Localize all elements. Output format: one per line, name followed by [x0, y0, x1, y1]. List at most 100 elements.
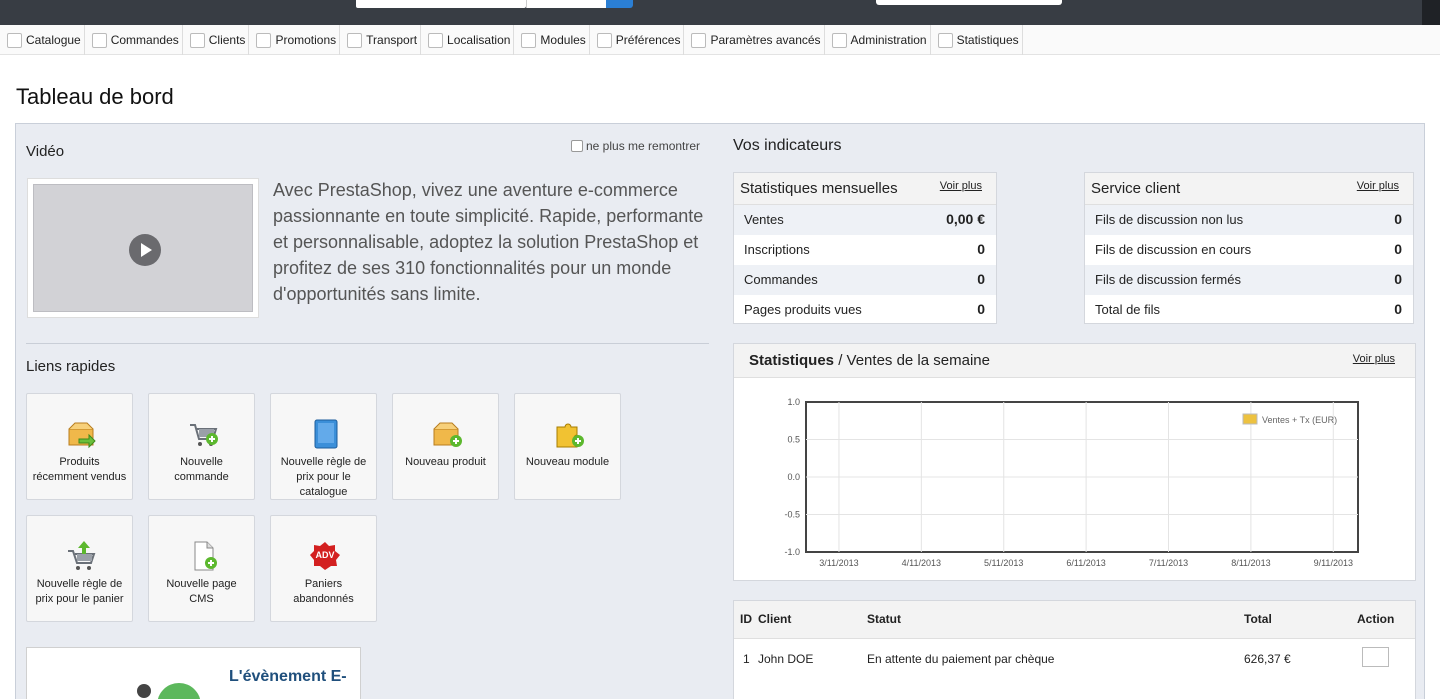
- search-type-select[interactable]: [526, 0, 606, 8]
- indicators-title: Vos indicateurs: [733, 137, 842, 154]
- table-row[interactable]: 1 John DOE En attente du paiement par chèq…: [734, 639, 1415, 679]
- menu-icon: [256, 32, 272, 48]
- customer-service-more-link[interactable]: Voir plus: [1357, 180, 1399, 192]
- indicator-row: Fils de discussion en cours 0: [1085, 235, 1413, 265]
- menu-item-8[interactable]: Paramètres avancés: [684, 25, 825, 55]
- x-tick-label: 5/11/2013: [984, 558, 1023, 568]
- quick-link-tile[interactable]: ADV Paniers abandonnés: [270, 515, 377, 622]
- weekly-sales-panel: Statistiques / Ventes de la semaine Voir…: [733, 343, 1416, 581]
- top-bar: [0, 0, 1440, 25]
- quick-link-label: Produits récemment vendus: [32, 456, 127, 483]
- promo-logo-circle: [157, 683, 201, 699]
- quick-link-tile[interactable]: Nouvelle commande: [148, 393, 255, 500]
- indicator-value: 0: [977, 241, 985, 257]
- quick-link-tile[interactable]: Nouvelle règle de prix pour le panier: [26, 515, 133, 622]
- menu-item-4[interactable]: Transport: [340, 25, 422, 55]
- hide-video-option[interactable]: ne plus me remontrer: [571, 139, 700, 153]
- col-status: Statut: [867, 612, 901, 626]
- monthly-stats-title: Statistiques mensuelles: [740, 180, 898, 197]
- video-description: Avec PrestaShop, vivez une aventure e-co…: [273, 180, 704, 304]
- cart-add-icon: [187, 419, 219, 449]
- promo-title: L'évènement E-: [229, 668, 347, 685]
- quick-link-label: Nouveau produit: [405, 456, 486, 468]
- menu-item-label: Clients: [208, 33, 246, 47]
- menu-item-1[interactable]: Commandes: [85, 25, 183, 55]
- dashboard-area: Vidéo ne plus me remontrer Avec PrestaSh…: [15, 123, 1425, 699]
- divider: [26, 343, 709, 344]
- indicator-value: 0,00 €: [946, 211, 985, 227]
- menu-item-9[interactable]: Administration: [825, 25, 931, 55]
- indicator-row: Commandes 0: [734, 265, 996, 295]
- video-player[interactable]: [27, 178, 259, 318]
- main-menu: Catalogue Commandes Clients Promotions Trans…: [0, 25, 1440, 55]
- indicator-label: Fils de discussion en cours: [1095, 242, 1252, 257]
- quick-links-title: Liens rapides: [26, 358, 116, 375]
- cart-up-icon: [65, 541, 97, 571]
- quick-link-tile[interactable]: Nouveau produit: [392, 393, 499, 500]
- menu-item-label: Administration: [850, 33, 927, 47]
- indicator-label: Ventes: [744, 212, 784, 227]
- indicator-value: 0: [977, 271, 985, 287]
- search-input[interactable]: [356, 0, 526, 8]
- menu-item-label: Promotions: [275, 33, 337, 47]
- menu-icon: [691, 32, 707, 48]
- window-edge: [1422, 0, 1440, 25]
- menu-item-0[interactable]: Catalogue: [0, 25, 85, 55]
- box-arrow-icon: [65, 419, 97, 449]
- indicator-value: 0: [1394, 271, 1402, 287]
- menu-icon: [347, 32, 363, 48]
- menu-icon: [7, 32, 22, 48]
- indicator-row: Fils de discussion fermés 0: [1085, 265, 1413, 295]
- menu-item-7[interactable]: Préférences: [590, 25, 685, 55]
- menu-item-label: Localisation: [447, 33, 511, 47]
- menu-icon: [428, 32, 444, 48]
- weekly-sales-title: Statistiques / Ventes de la semaine: [749, 352, 990, 369]
- hide-video-checkbox[interactable]: [571, 140, 583, 152]
- quick-link-label: Nouvelle commande: [174, 456, 229, 483]
- quick-link-label: Nouvelle règle de prix pour le catalogue: [280, 456, 367, 498]
- menu-icon: [521, 32, 537, 48]
- monthly-stats-more-link[interactable]: Voir plus: [940, 180, 982, 192]
- indicator-row: Pages produits vues 0: [734, 295, 996, 325]
- menu-item-label: Paramètres avancés: [710, 33, 821, 47]
- weekly-sales-title-rest: / Ventes de la semaine: [834, 352, 990, 369]
- play-icon[interactable]: [129, 234, 161, 266]
- video-screen[interactable]: [33, 184, 253, 312]
- page-title: Tableau de bord: [16, 84, 174, 109]
- menu-item-label: Commandes: [110, 33, 179, 47]
- x-tick-label: 3/11/2013: [819, 558, 858, 568]
- quick-link-tile[interactable]: Nouvelle règle de prix pour le catalogue: [270, 393, 377, 500]
- indicator-value: 0: [977, 301, 985, 317]
- quick-link-tile[interactable]: Nouveau module: [514, 393, 621, 500]
- indicator-row: Fils de discussion non lus 0: [1085, 205, 1413, 235]
- menu-item-5[interactable]: Localisation: [421, 25, 515, 55]
- menu-item-3[interactable]: Promotions: [249, 25, 341, 55]
- menu-item-label: Préférences: [615, 33, 681, 47]
- menu-item-10[interactable]: Statistiques: [931, 25, 1023, 55]
- x-tick-label: 9/11/2013: [1314, 558, 1353, 568]
- promo-banner[interactable]: L'évènement E-: [26, 647, 361, 699]
- x-tick-label: 4/11/2013: [902, 558, 941, 568]
- quick-access-select[interactable]: [876, 0, 1062, 5]
- menu-item-label: Transport: [366, 33, 418, 47]
- indicator-value: 0: [1394, 211, 1402, 227]
- quick-link-tile[interactable]: Nouvelle page CMS: [148, 515, 255, 622]
- view-order-button[interactable]: [1362, 647, 1389, 667]
- orders-header: ID Client Statut Total Action: [734, 601, 1415, 639]
- indicator-row: Total de fils 0: [1085, 295, 1413, 325]
- indicator-label: Pages produits vues: [744, 302, 862, 317]
- y-tick-label: 0.0: [787, 472, 800, 482]
- weekly-sales-more-link[interactable]: Voir plus: [1353, 353, 1395, 365]
- search-button[interactable]: [606, 0, 633, 8]
- menu-item-2[interactable]: Clients: [183, 25, 250, 55]
- menu-icon: [189, 32, 205, 48]
- customer-service-header: Service client Voir plus: [1085, 173, 1413, 205]
- quick-link-label: Nouvelle page CMS: [166, 578, 237, 605]
- monthly-stats-panel: Statistiques mensuelles Voir plus Ventes…: [733, 172, 997, 324]
- menu-item-6[interactable]: Modules: [514, 25, 590, 55]
- indicator-label: Inscriptions: [744, 242, 810, 257]
- quick-link-tile[interactable]: Produits récemment vendus: [26, 393, 133, 500]
- y-tick-label: 1.0: [787, 397, 800, 407]
- weekly-sales-header: Statistiques / Ventes de la semaine Voir…: [734, 344, 1415, 378]
- x-tick-label: 7/11/2013: [1149, 558, 1188, 568]
